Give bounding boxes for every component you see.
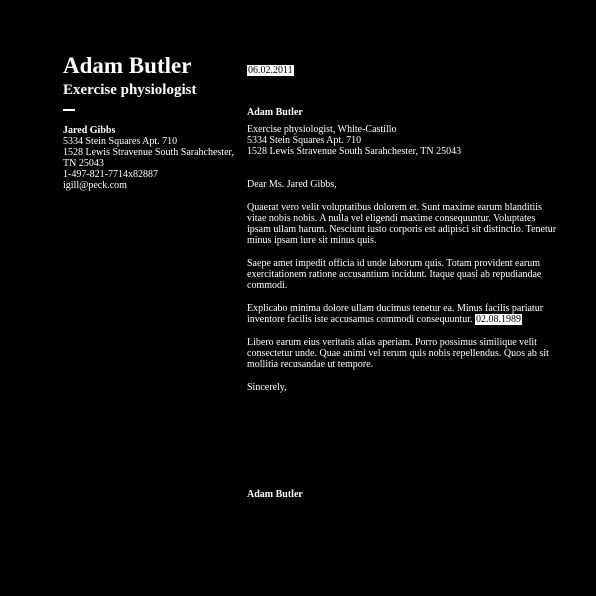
sender-line-2: 5334 Stein Squares Apt. 710: [247, 135, 362, 146]
sidebar: Adam Butler Exercise physiologist Jared …: [63, 54, 243, 191]
sender-line-1: Exercise physiologist, White-Castillo: [247, 124, 397, 135]
highlighted-date: 02.08.1989: [475, 314, 522, 325]
recipient-name: Jared Gibbs: [63, 125, 116, 136]
sender-line-3: 1528 Lewis Stravenue South Sarahchester,…: [247, 146, 462, 157]
letter-date: 06.02.2011: [247, 65, 294, 76]
author-title: Exercise physiologist: [63, 82, 197, 98]
recipient-email: igill@peck.com: [63, 180, 127, 191]
sender-block: Adam Butler Exercise physiologist, White…: [247, 107, 559, 157]
signature: Adam Butler: [247, 489, 303, 500]
closing: Sincerely,: [247, 382, 287, 393]
paragraph-4: Libero earum eius veritatis alias aperia…: [247, 337, 549, 370]
recipient-phone: 1-497-821-7714x82887: [63, 169, 158, 180]
paragraph-3: Explicabo minima dolore ullam ducimus te…: [247, 303, 559, 325]
paragraph-1: Quaerat vero velit voluptatibus dolorem …: [247, 202, 557, 246]
salutation: Dear Ms. Jared Gibbs,: [247, 179, 337, 190]
sender-name: Adam Butler: [247, 107, 303, 118]
title-divider: [63, 109, 75, 111]
paragraph-2: Saepe amet impedit officia id unde labor…: [247, 258, 542, 291]
recipient-address-line-2: 1528 Lewis Stravenue South Sarahchester,: [63, 147, 234, 158]
recipient-address-line-3: TN 25043: [63, 158, 104, 169]
recipient-block: Jared Gibbs 5334 Stein Squares Apt. 710 …: [63, 125, 243, 191]
letter-body: 06.02.2011 Adam Butler Exercise physiolo…: [247, 65, 559, 393]
recipient-address-line-1: 5334 Stein Squares Apt. 710: [63, 136, 178, 147]
author-name: Adam Butler: [63, 53, 192, 78]
